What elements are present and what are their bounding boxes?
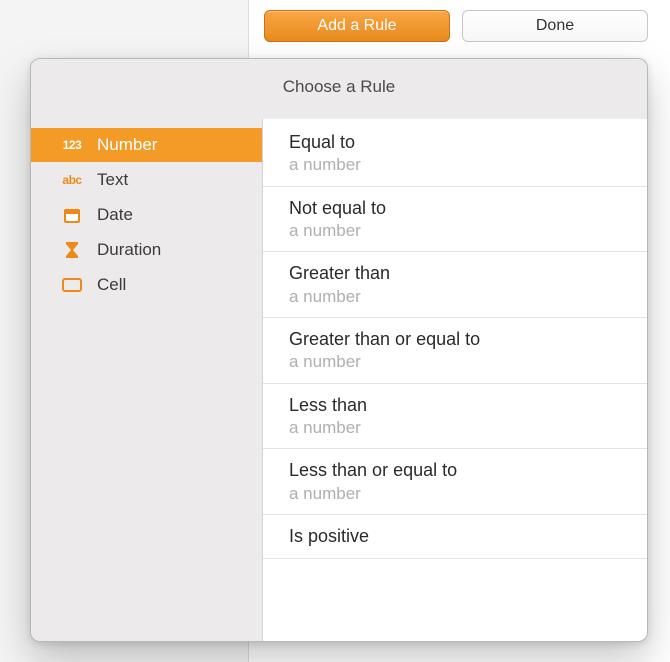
category-label: Number [97,135,157,155]
rule-less-than[interactable]: Less than a number [263,384,647,450]
number-icon: 123 [61,135,83,155]
cell-icon [61,275,83,295]
category-label: Cell [97,275,126,295]
choose-rule-popover: Choose a Rule 123 Number abc Text Date [30,58,648,642]
rule-title: Is positive [289,525,621,548]
rule-subtitle: a number [289,351,621,372]
calendar-icon [61,205,83,225]
rule-subtitle: a number [289,220,621,241]
rule-less-than-or-equal[interactable]: Less than or equal to a number [263,449,647,515]
category-label: Text [97,170,128,190]
text-icon: abc [61,170,83,190]
rule-title: Less than [289,394,621,417]
category-number[interactable]: 123 Number [31,128,262,162]
popover-body: 123 Number abc Text Date Duration [31,119,647,641]
category-label: Duration [97,240,161,260]
add-rule-button[interactable]: Add a Rule [264,10,450,42]
rule-title: Equal to [289,131,621,154]
category-label: Date [97,205,133,225]
rule-title: Greater than [289,262,621,285]
rule-equal-to[interactable]: Equal to a number [263,121,647,187]
category-cell[interactable]: Cell [39,268,254,302]
rule-greater-than-or-equal[interactable]: Greater than or equal to a number [263,318,647,384]
rule-subtitle: a number [289,417,621,438]
popover-title: Choose a Rule [31,59,647,119]
hourglass-icon [61,240,83,260]
rule-subtitle: a number [289,154,621,175]
category-date[interactable]: Date [39,198,254,232]
rule-subtitle: a number [289,286,621,307]
rule-not-equal-to[interactable]: Not equal to a number [263,187,647,253]
rule-list: Equal to a number Not equal to a number … [263,119,647,641]
category-text[interactable]: abc Text [39,163,254,197]
rule-greater-than[interactable]: Greater than a number [263,252,647,318]
rule-title: Not equal to [289,197,621,220]
rule-title: Less than or equal to [289,459,621,482]
category-sidebar: 123 Number abc Text Date Duration [31,119,263,641]
rule-title: Greater than or equal to [289,328,621,351]
rule-is-positive[interactable]: Is positive [263,515,647,559]
category-duration[interactable]: Duration [39,233,254,267]
top-button-row: Add a Rule Done [264,10,648,42]
done-button[interactable]: Done [462,10,648,42]
rule-subtitle: a number [289,483,621,504]
